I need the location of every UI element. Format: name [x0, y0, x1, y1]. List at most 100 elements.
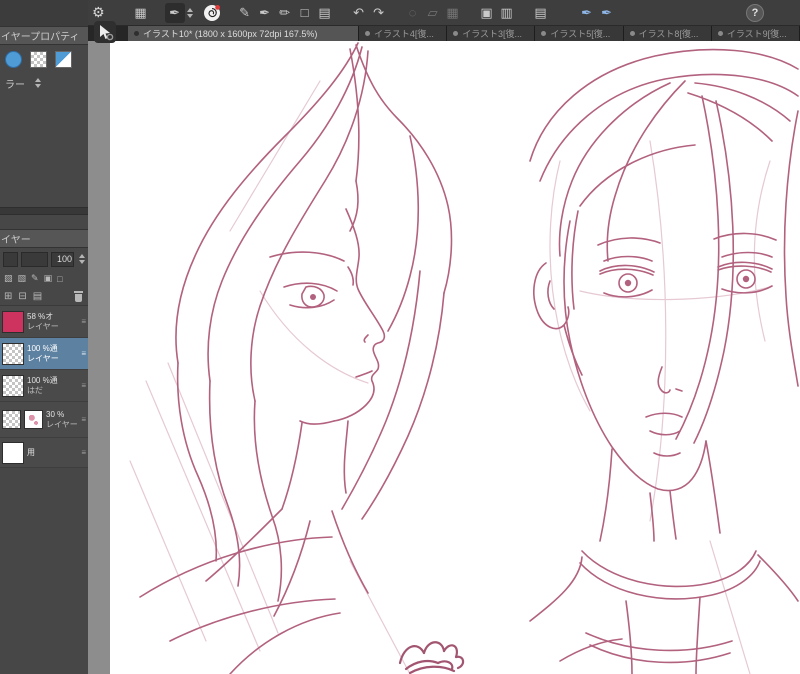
layer-effect-row	[0, 45, 88, 73]
tab-illust4[interactable]: イラスト4[復...	[359, 26, 448, 41]
tab-illust10[interactable]: イラスト10* (1800 x 1600px 72dpi 167.5%)	[128, 26, 359, 41]
settings-gear-icon[interactable]: ⚙	[92, 4, 105, 21]
undo-icon[interactable]: ↶	[349, 3, 369, 23]
layer-property-empty-area	[0, 93, 88, 207]
color-stepper[interactable]	[35, 78, 41, 88]
tab-illust8[interactable]: イラスト8[復...	[623, 26, 712, 41]
tab-label: イラスト3[復...	[462, 29, 523, 39]
tablet-brush-icon[interactable]: ✒	[597, 3, 617, 23]
ruler-icon[interactable]: ▤	[531, 3, 551, 23]
layer-menu-icon[interactable]: ≡	[81, 317, 86, 326]
tablet-pen-icon[interactable]: ✒	[577, 3, 597, 23]
lock-transparent-icon[interactable]: ▨	[4, 273, 13, 284]
layer-name[interactable]: 用	[27, 448, 35, 458]
left-panel-column: イヤープロパティ ラー イヤー 100 ▨ ▧ ✎ ▣ □ ⊞ ⊟ ▤ 58 %…	[0, 0, 88, 674]
layer-lock-row: ▨ ▧ ✎ ▣ □	[0, 270, 88, 287]
opacity-stepper[interactable]	[79, 254, 85, 264]
tab-dot-icon	[717, 31, 723, 36]
figure-icon[interactable]: □	[295, 3, 315, 23]
canvas-document[interactable]	[110, 41, 800, 674]
document-tab-bar: イラスト10* (1800 x 1600px 72dpi 167.5%) イラス…	[88, 26, 800, 41]
tab-illust3[interactable]: イラスト3[復...	[447, 26, 536, 41]
layer-opacity-mode: 100 %通	[27, 343, 58, 353]
layer-property-panel-header[interactable]: イヤープロパティ	[0, 26, 88, 45]
tab-label: イラスト9[復...	[726, 29, 787, 39]
layer-list: 58 %オ レイヤー ≡ 100 %通 レイヤー ≡ 100 %通 はだ ≡ 3…	[0, 306, 88, 468]
clip-studio-logo-icon[interactable]	[203, 4, 221, 22]
canvas-gutter	[88, 41, 110, 674]
panel-divider[interactable]	[0, 207, 88, 215]
layer-panel-header[interactable]: イヤー	[0, 229, 88, 248]
tab-label: イラスト4[復...	[374, 29, 434, 39]
tone-effect-icon[interactable]	[30, 50, 47, 68]
pencil-icon[interactable]: ✎	[235, 3, 255, 23]
layer-thumbnail[interactable]	[2, 441, 24, 464]
tab-illust5[interactable]: イラスト5[復...	[535, 26, 624, 41]
clip-below-icon[interactable]: ▣	[44, 273, 53, 284]
main-toolbar: ⚙ ▦ ✒ ✎ ✒ ✏ □ ▤ ↶ ↷ ◌ ▱ ▦ ▣ ▥ ▤ ✒ ✒ ?	[88, 0, 800, 26]
transform-icon: ▱	[427, 4, 438, 20]
sidebar-top-strip	[0, 0, 88, 26]
layer-panel-title: イヤー	[1, 235, 31, 246]
current-tool-icon[interactable]: ✒	[164, 2, 185, 23]
layer-menu-icon[interactable]: ≡	[81, 415, 86, 424]
border-effect-icon[interactable]	[5, 50, 22, 68]
redo-icon[interactable]: ↷	[369, 3, 389, 23]
layer-action-row: ⊞ ⊟ ▤	[0, 287, 88, 306]
layer-opacity-mode: 100 %通	[27, 375, 58, 385]
layer-thumbnail[interactable]	[2, 410, 21, 429]
layer-row-sketch[interactable]: 30 % レイヤー ≡	[0, 402, 88, 438]
tab-label: イラスト5[復...	[550, 29, 611, 39]
merge-layer-icon[interactable]: ▤	[33, 291, 42, 302]
layer-row-lineart-selected[interactable]: 100 %通 レイヤー ≡	[0, 338, 88, 370]
layer-thumbnail[interactable]	[2, 342, 24, 365]
layer-menu-icon[interactable]: ≡	[81, 381, 86, 390]
layer-menu-icon[interactable]: ≡	[81, 448, 86, 457]
lock-layer-icon[interactable]: ▧	[18, 273, 27, 284]
marker-icon[interactable]: ✏	[275, 3, 295, 23]
opacity-value[interactable]: 100	[51, 251, 74, 267]
new-layer-icon[interactable]: ⊞	[4, 291, 12, 302]
layer-thumbnail[interactable]	[2, 310, 24, 333]
deselect-icon[interactable]: ▥	[497, 3, 517, 23]
paper-icon[interactable]: ▤	[315, 3, 335, 23]
blend-mini-icon[interactable]	[3, 251, 18, 267]
workspace-grid-icon[interactable]: ▦	[131, 3, 151, 23]
layer-row-overlay[interactable]: 58 %オ レイヤー ≡	[0, 306, 88, 338]
tab-dot-icon	[629, 31, 635, 36]
layer-mask-thumbnail[interactable]	[24, 410, 43, 429]
new-folder-icon[interactable]: ⊟	[18, 291, 26, 302]
tab-label: イラスト8[復...	[638, 29, 699, 39]
pen-icon[interactable]: ✒	[255, 3, 275, 23]
help-button[interactable]: ?	[746, 3, 764, 22]
layer-name[interactable]: レイヤー	[46, 420, 78, 430]
blend-mode-row: 100	[0, 248, 88, 270]
tab-illust9[interactable]: イラスト9[復...	[711, 26, 800, 41]
layer-name[interactable]: レイヤー	[27, 354, 59, 364]
layer-name[interactable]: はだ	[27, 386, 58, 396]
tab-label: イラスト10* (1800 x 1600px 72dpi 167.5%)	[143, 29, 318, 39]
layer-row-skin[interactable]: 100 %通 はだ ≡	[0, 370, 88, 402]
color-row: ラー	[0, 73, 88, 93]
layer-property-title: イヤープロパティ	[1, 32, 80, 43]
color-row-label: ラー	[5, 79, 25, 91]
select-area-icon[interactable]: ▣	[477, 3, 497, 23]
delete-layer-icon[interactable]	[74, 290, 83, 302]
tab-dot-icon	[453, 31, 459, 36]
canvas-artwork	[129, 42, 799, 674]
reference-layer-icon[interactable]: □	[57, 274, 62, 284]
grid-icon: ▦	[446, 4, 459, 20]
tab-dot-icon	[541, 31, 547, 36]
clip-studio-window: ⚙ ▦ ✒ ✎ ✒ ✏ □ ▤ ↶ ↷ ◌ ▱ ▦ ▣ ▥ ▤ ✒ ✒ ? イラ…	[0, 0, 800, 674]
layer-menu-icon[interactable]: ≡	[81, 349, 86, 358]
layer-color-effect-icon[interactable]	[55, 50, 72, 68]
panel-gap	[0, 215, 88, 229]
tool-stepper[interactable]	[186, 7, 193, 18]
layer-name[interactable]: レイヤー	[27, 322, 59, 332]
lasso-icon: ◌	[408, 5, 417, 20]
layer-thumbnail[interactable]	[2, 374, 24, 397]
floating-tool-cursor-icon[interactable]	[94, 21, 116, 43]
blend-mode-dropdown[interactable]	[21, 251, 48, 267]
draft-layer-icon[interactable]: ✎	[31, 273, 39, 284]
layer-row-paper[interactable]: 用 ≡	[0, 438, 88, 468]
